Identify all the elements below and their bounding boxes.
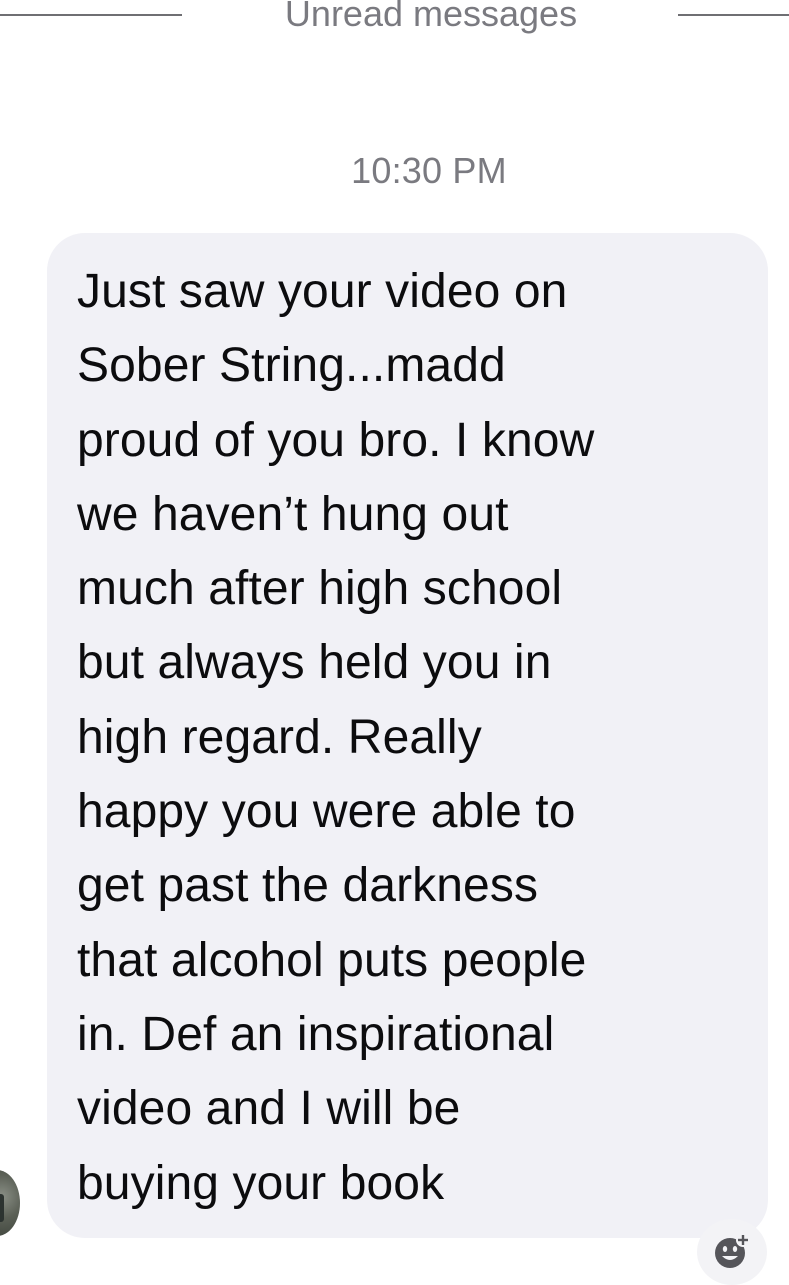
divider-line-right [678,14,789,16]
incoming-message-bubble[interactable]: Just saw your video on Sober String...ma… [47,233,768,1238]
avatar-figure [0,1194,4,1222]
message-text: Just saw your video on Sober String...ma… [77,265,595,1210]
unread-messages-divider: Unread messages [0,0,789,42]
add-reaction-button[interactable] [697,1219,767,1285]
sender-avatar[interactable] [0,1170,20,1236]
add-reaction-icon [715,1233,750,1268]
message-timestamp: 10:30 PM [351,150,507,191]
divider-line-left [0,14,182,16]
unread-messages-label: Unread messages [284,0,578,34]
